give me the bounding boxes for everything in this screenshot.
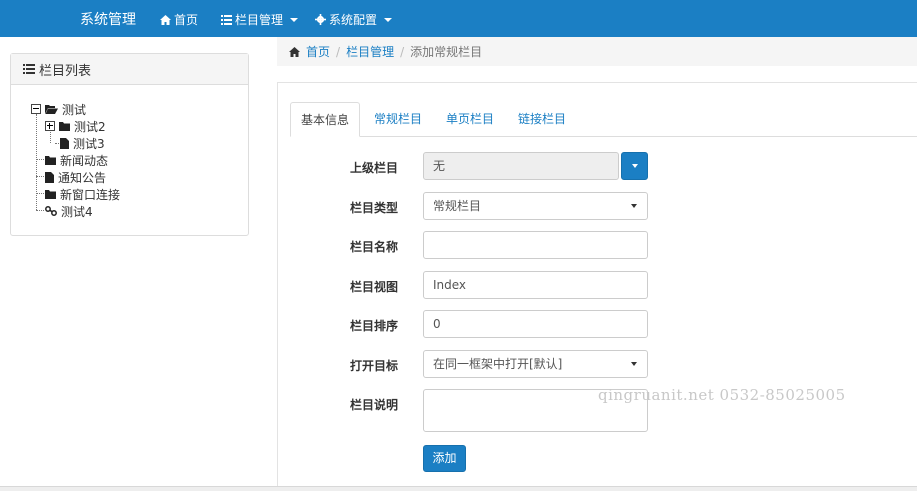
gear-icon: [315, 14, 326, 25]
parent-column-dropdown-button[interactable]: [621, 152, 648, 180]
expand-toggle-icon[interactable]: [45, 121, 55, 131]
panel-title: 栏目列表: [39, 63, 92, 79]
panel-header: 栏目列表: [11, 54, 248, 85]
nav-config-label: 系统配置: [329, 13, 378, 27]
bottom-divider: [0, 486, 917, 491]
column-type-value: 常规栏目: [433, 199, 482, 213]
chevron-down-icon: [290, 17, 299, 22]
column-order-input[interactable]: 0: [423, 310, 648, 338]
tree-node-label: 新闻动态: [60, 153, 109, 168]
tree-node-label: 测试2: [74, 119, 106, 134]
column-order-label: 栏目排序: [349, 319, 398, 333]
nav-home[interactable]: 首页: [160, 11, 198, 28]
tree-node-test3[interactable]: 测试3: [60, 135, 105, 151]
tab-single-page[interactable]: 单页栏目: [437, 102, 503, 137]
tree-node-notice[interactable]: 通知公告: [45, 169, 106, 185]
folder-open-icon: [45, 105, 58, 114]
tree-node-label: 测试4: [61, 204, 93, 219]
list-icon: [23, 64, 35, 74]
tab-basic-info[interactable]: 基本信息: [290, 102, 360, 137]
tree-connector: [36, 210, 44, 211]
column-view-input[interactable]: Index: [423, 271, 648, 299]
tab-bar: 基本信息 常规栏目 单页栏目 链接栏目: [290, 102, 917, 137]
tree-node-label: 通知公告: [58, 170, 107, 185]
nav-system-config[interactable]: 系统配置: [315, 11, 393, 28]
list-icon: [221, 14, 232, 25]
tree-connector: [36, 114, 37, 210]
column-name-label: 栏目名称: [349, 240, 398, 254]
home-icon: [160, 14, 171, 25]
breadcrumb-current: 添加常规栏目: [410, 45, 483, 59]
watermark-text: qingruanit.net 0532-85025005: [598, 386, 846, 404]
column-name-input[interactable]: [423, 231, 648, 259]
tree-node-label: 测试: [62, 102, 87, 117]
column-view-label: 栏目视图: [349, 280, 398, 294]
home-icon: [289, 46, 300, 57]
breadcrumb-separator: /: [336, 44, 341, 59]
column-type-label: 栏目类型: [349, 201, 398, 215]
chevron-down-icon: [631, 362, 637, 366]
link-icon: [45, 206, 57, 216]
column-description-label: 栏目说明: [349, 398, 398, 412]
file-icon: [45, 171, 54, 183]
open-target-value: 在同一框架中打开[默认]: [433, 357, 563, 371]
parent-column-label: 上级栏目: [349, 161, 398, 175]
tree-node-test2[interactable]: 测试2: [45, 118, 106, 134]
tree-connector: [36, 159, 44, 160]
breadcrumb-section-link[interactable]: 栏目管理: [346, 43, 394, 60]
form-card: 基本信息 常规栏目 单页栏目 链接栏目 上级栏目 无 栏目类型 常规栏目 栏目名…: [277, 82, 917, 491]
folder-icon: [45, 155, 56, 165]
tree-node-new-window-link[interactable]: 新窗口连接: [45, 186, 120, 202]
tree-node-label: 新窗口连接: [60, 187, 121, 202]
chevron-down-icon: [384, 17, 393, 22]
breadcrumb: 首页 / 栏目管理 / 添加常规栏目: [277, 37, 917, 66]
tab-regular-column[interactable]: 常规栏目: [365, 102, 431, 137]
brand-title[interactable]: 系统管理: [80, 9, 136, 29]
chevron-down-icon: [632, 164, 638, 168]
tab-link-column[interactable]: 链接栏目: [509, 102, 575, 137]
tree-connector: [36, 193, 44, 194]
open-target-label: 打开目标: [349, 359, 398, 373]
nav-column-management[interactable]: 栏目管理: [221, 11, 299, 28]
add-button[interactable]: 添加: [423, 445, 466, 472]
collapse-toggle-icon[interactable]: [31, 104, 41, 114]
chevron-down-icon: [631, 204, 637, 208]
top-navbar: 系统管理 首页 栏目管理 系统配置: [0, 0, 917, 37]
folder-icon: [59, 121, 70, 131]
folder-icon: [45, 189, 56, 199]
file-icon: [60, 137, 69, 149]
tree-node-test4[interactable]: 测试4: [45, 203, 93, 219]
nav-column-label: 栏目管理: [235, 13, 284, 27]
nav-home-label: 首页: [174, 13, 199, 27]
tree-connector: [36, 176, 44, 177]
tree-node-news[interactable]: 新闻动态: [45, 152, 108, 168]
tree-node-test[interactable]: 测试: [31, 101, 86, 117]
tree-node-label: 测试3: [73, 136, 105, 151]
open-target-select[interactable]: 在同一框架中打开[默认]: [423, 350, 648, 378]
breadcrumb-separator: /: [400, 44, 405, 59]
parent-column-field: 无: [423, 152, 619, 180]
column-list-panel: 栏目列表 测试 测试2 测试3 新闻动态 通知公告 新窗口连接 测试4: [10, 53, 249, 236]
column-type-select[interactable]: 常规栏目: [423, 192, 648, 220]
breadcrumb-home-link[interactable]: 首页: [306, 43, 330, 60]
